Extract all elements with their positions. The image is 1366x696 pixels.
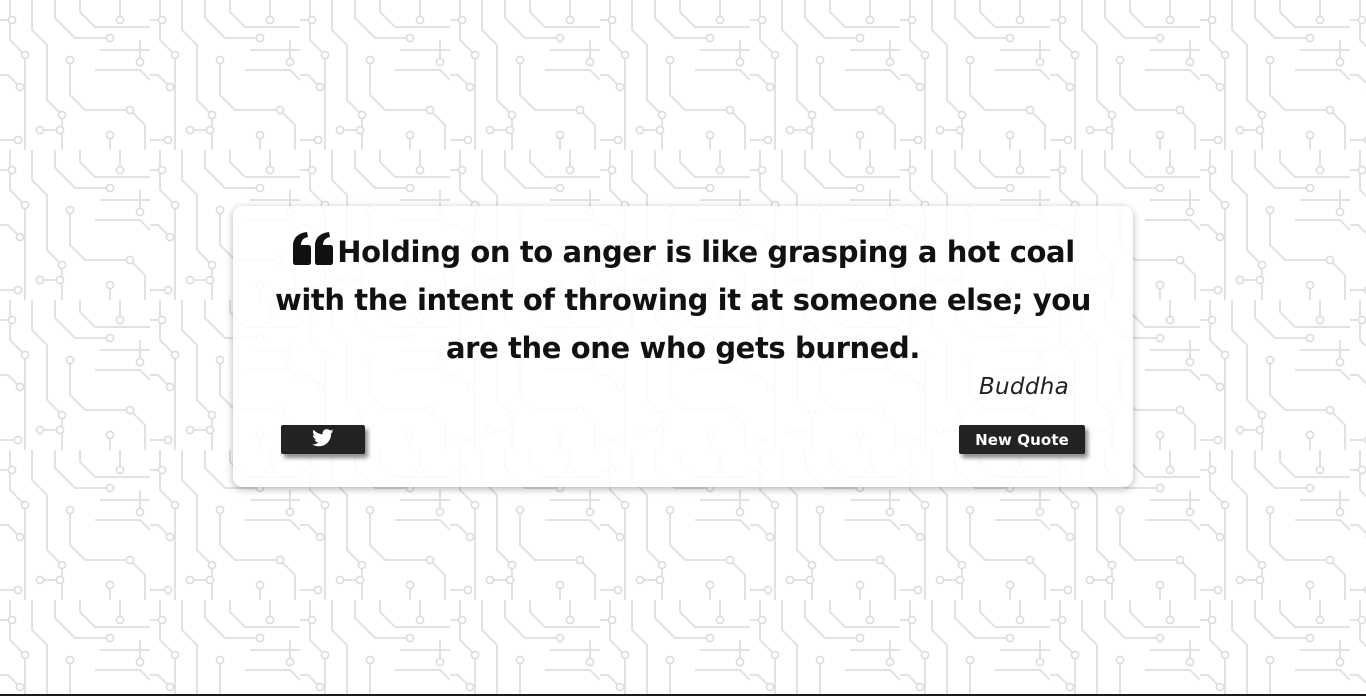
- tweet-button[interactable]: [281, 425, 365, 454]
- quote-left-icon: [291, 232, 335, 266]
- quote-box: Holding on to anger is like grasping a h…: [233, 206, 1133, 487]
- quote-text-block: Holding on to anger is like grasping a h…: [269, 228, 1097, 372]
- twitter-icon: [312, 429, 334, 450]
- quote-author: Buddha: [978, 374, 1069, 400]
- new-quote-button[interactable]: New Quote: [959, 425, 1085, 454]
- quote-text: Holding on to anger is like grasping a h…: [274, 235, 1092, 365]
